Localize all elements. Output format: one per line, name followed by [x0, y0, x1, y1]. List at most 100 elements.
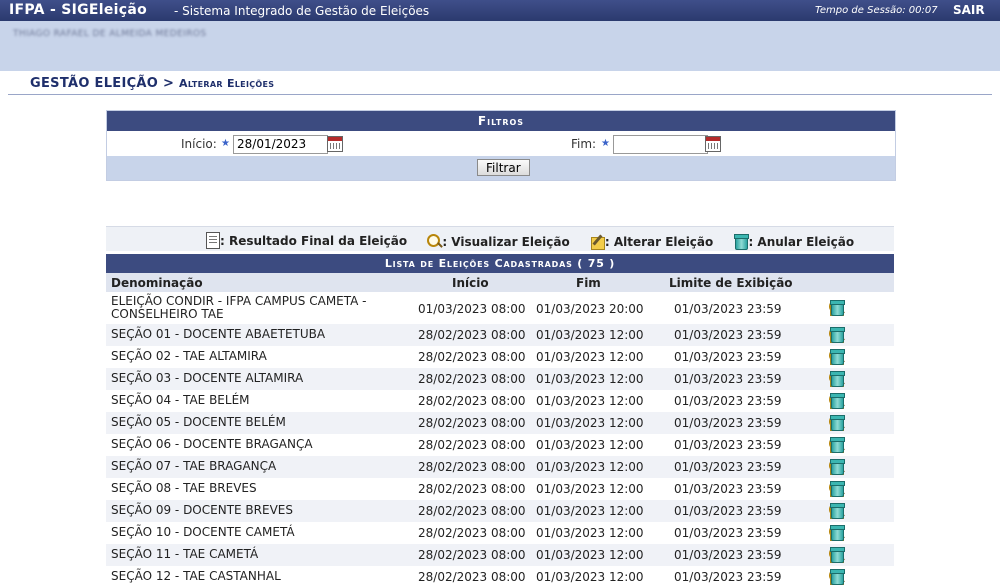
user-bar: THIAGO RAFAEL DE ALMEIDA MEDEIROS — [0, 21, 1000, 71]
cell-denominacao: SEÇÃO 10 - DOCENTE CAMETÁ — [111, 525, 295, 539]
annul-icon[interactable] — [829, 327, 845, 343]
cell-limite: 01/03/2023 23:59 — [674, 438, 782, 452]
cell-limite: 01/03/2023 23:59 — [674, 482, 782, 496]
legend-visualizar: : Visualizar Eleição — [442, 234, 570, 249]
document-icon — [206, 232, 220, 249]
annul-icon[interactable] — [829, 371, 845, 387]
edit-icon — [590, 234, 605, 250]
legend-anular: : Anular Eleição — [748, 234, 855, 249]
filters-title: Filtros — [107, 111, 895, 131]
table-row: SEÇÃO 08 - TAE BREVES 28/02/2023 08:00 01/… — [106, 478, 894, 500]
table-row: SEÇÃO 09 - DOCENTE BREVES 28/02/2023 08:0… — [106, 500, 894, 522]
annul-icon[interactable] — [829, 569, 845, 585]
cell-fim: 01/03/2023 12:00 — [536, 460, 644, 474]
cell-inicio: 28/02/2023 08:00 — [418, 460, 526, 474]
annul-icon[interactable] — [829, 393, 845, 409]
cell-inicio: 28/02/2023 08:00 — [418, 526, 526, 540]
annul-icon[interactable] — [829, 481, 845, 497]
cell-denominacao: SEÇÃO 06 - DOCENTE BRAGANÇA — [111, 437, 313, 451]
cell-denominacao: ELEIÇÃO CONDIR - IFPA CAMPUS CAMETA - CO… — [111, 294, 367, 321]
legend-resultado: : Resultado Final da Eleição — [220, 233, 408, 248]
cell-inicio: 01/03/2023 08:00 — [418, 302, 526, 316]
logout-link[interactable]: SAIR — [953, 3, 985, 17]
cell-fim: 01/03/2023 12:00 — [536, 570, 644, 584]
annul-icon[interactable] — [829, 349, 845, 365]
user-name: THIAGO RAFAEL DE ALMEIDA MEDEIROS — [13, 29, 207, 39]
session-timer: Tempo de Sessão: 00:07 — [815, 5, 938, 16]
annul-icon[interactable] — [829, 459, 845, 475]
cell-denominacao: SEÇÃO 05 - DOCENTE BELÉM — [111, 415, 286, 429]
col-limite: Limite de Exibição — [669, 276, 793, 290]
cell-denominacao: SEÇÃO 08 - TAE BREVES — [111, 481, 257, 495]
cell-denominacao: SEÇÃO 07 - TAE BRAGANÇA — [111, 459, 277, 473]
cell-fim: 01/03/2023 12:00 — [536, 548, 644, 562]
cell-limite: 01/03/2023 23:59 — [674, 302, 782, 316]
inicio-date-input[interactable] — [233, 135, 328, 154]
cell-limite: 01/03/2023 23:59 — [674, 328, 782, 342]
table-row: SEÇÃO 04 - TAE BELÉM 28/02/2023 08:00 01/0… — [106, 390, 894, 412]
annul-icon[interactable] — [829, 415, 845, 431]
cell-inicio: 28/02/2023 08:00 — [418, 416, 526, 430]
cell-fim: 01/03/2023 12:00 — [536, 482, 644, 496]
cell-inicio: 28/02/2023 08:00 — [418, 570, 526, 584]
cell-inicio: 28/02/2023 08:00 — [418, 504, 526, 518]
calendar-icon[interactable] — [327, 136, 343, 152]
cell-limite: 01/03/2023 23:59 — [674, 350, 782, 364]
cell-fim: 01/03/2023 12:00 — [536, 504, 644, 518]
annul-icon[interactable] — [829, 300, 845, 316]
fim-date-input[interactable] — [613, 135, 708, 154]
breadcrumb-section: GESTÃO ELEIÇÃO — [30, 76, 159, 91]
table-row: SEÇÃO 03 - DOCENTE ALTAMIRA 28/02/2023 08… — [106, 368, 894, 390]
cell-denominacao: SEÇÃO 09 - DOCENTE BREVES — [111, 503, 293, 517]
annul-icon[interactable] — [829, 547, 845, 563]
table-row: SEÇÃO 01 - DOCENTE ABAETETUBA 28/02/2023 … — [106, 324, 894, 346]
cell-denominacao: SEÇÃO 04 - TAE BELÉM — [111, 393, 250, 407]
actions-legend: : Resultado Final da Eleição : Visualiza… — [106, 226, 894, 251]
table-row: ELEIÇÃO CONDIR - IFPA CAMPUS CAMETA - CO… — [106, 292, 894, 324]
cell-inicio: 28/02/2023 08:00 — [418, 328, 526, 342]
cell-limite: 01/03/2023 23:59 — [674, 372, 782, 386]
cell-fim: 01/03/2023 12:00 — [536, 350, 644, 364]
cell-denominacao: SEÇÃO 11 - TAE CAMETÁ — [111, 547, 259, 561]
cell-inicio: 28/02/2023 08:00 — [418, 372, 526, 386]
cell-limite: 01/03/2023 23:59 — [674, 416, 782, 430]
calendar-icon[interactable] — [705, 136, 721, 152]
cell-inicio: 28/02/2023 08:00 — [418, 548, 526, 562]
cell-limite: 01/03/2023 23:59 — [674, 548, 782, 562]
cell-limite: 01/03/2023 23:59 — [674, 526, 782, 540]
annul-icon[interactable] — [829, 525, 845, 541]
legend-alterar: : Alterar Eleição — [604, 234, 714, 249]
cell-denominacao: SEÇÃO 01 - DOCENTE ABAETETUBA — [111, 327, 326, 341]
annul-icon[interactable] — [829, 437, 845, 453]
app-subtitle: - Sistema Integrado de Gestão de Eleiçõe… — [174, 4, 430, 18]
annul-icon[interactable] — [829, 503, 845, 519]
table-row: SEÇÃO 02 - TAE ALTAMIRA 28/02/2023 08:00 0… — [106, 346, 894, 368]
breadcrumb: GESTÃO ELEIÇÃO > Alterar Eleições — [8, 72, 992, 95]
required-icon: ★ — [221, 138, 230, 149]
cell-fim: 01/03/2023 12:00 — [536, 438, 644, 452]
filters-footer: Filtrar — [107, 156, 895, 180]
filter-button[interactable]: Filtrar — [477, 159, 530, 176]
cell-denominacao: SEÇÃO 03 - DOCENTE ALTAMIRA — [111, 371, 304, 385]
table-body: ELEIÇÃO CONDIR - IFPA CAMPUS CAMETA - CO… — [106, 292, 894, 588]
cell-inicio: 28/02/2023 08:00 — [418, 350, 526, 364]
cell-fim: 01/03/2023 12:00 — [536, 394, 644, 408]
col-denominacao: Denominação — [111, 276, 203, 290]
top-bar: IFPA - SIGEleição - Sistema Integrado de… — [0, 0, 1000, 21]
table-header: Denominação Início Fim Limite de Exibiçã… — [106, 273, 894, 292]
table-row: SEÇÃO 05 - DOCENTE BELÉM 28/02/2023 08:00… — [106, 412, 894, 434]
cell-fim: 01/03/2023 12:00 — [536, 526, 644, 540]
filters-row: Início: ★ Fim: ★ — [107, 132, 895, 156]
table-row: SEÇÃO 12 - TAE CASTANHAL 28/02/2023 08:00… — [106, 566, 894, 588]
breadcrumb-text: GESTÃO ELEIÇÃO > Alterar Eleições — [30, 76, 274, 91]
cell-limite: 01/03/2023 23:59 — [674, 460, 782, 474]
table-row: SEÇÃO 10 - DOCENTE CAMETÁ 28/02/2023 08:0… — [106, 522, 894, 544]
cell-denominacao: SEÇÃO 12 - TAE CASTANHAL — [111, 569, 281, 583]
filters-panel: Filtros Início: ★ Fim: ★ Filtrar — [106, 110, 896, 181]
magnifier-icon — [427, 234, 442, 249]
table-row: SEÇÃO 07 - TAE BRAGANÇA 28/02/2023 08:00 0… — [106, 456, 894, 478]
col-inicio: Início — [452, 276, 489, 290]
required-icon: ★ — [601, 138, 610, 149]
cell-inicio: 28/02/2023 08:00 — [418, 482, 526, 496]
inicio-label: Início: — [181, 137, 217, 151]
